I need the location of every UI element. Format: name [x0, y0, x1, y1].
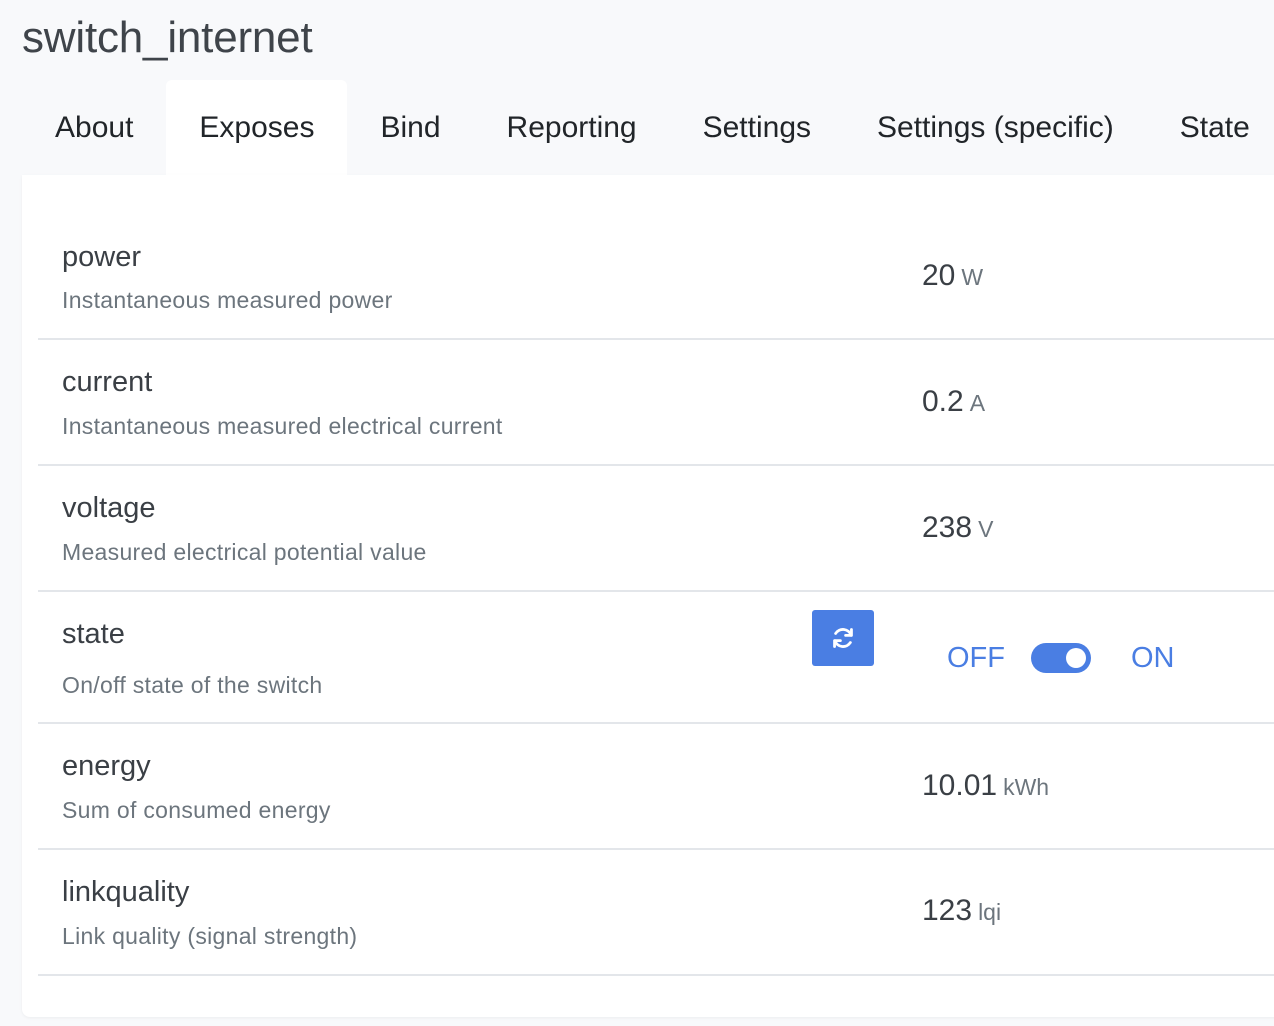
expose-value-unit: lqi: [978, 899, 1002, 925]
expose-name: state: [62, 618, 125, 650]
tab-about[interactable]: About: [22, 80, 166, 175]
expose-name: voltage: [62, 492, 156, 524]
expose-value-number: 20: [922, 259, 956, 292]
tab-reporting[interactable]: Reporting: [474, 80, 670, 175]
expose-value: 0.2 A: [922, 384, 985, 421]
expose-value-unit: kWh: [1003, 774, 1050, 800]
tab-exposes[interactable]: Exposes: [166, 80, 348, 175]
expose-value: 20 W: [922, 258, 983, 295]
tab-settings[interactable]: Settings: [670, 80, 844, 175]
expose-name: current: [62, 366, 153, 398]
expose-value-unit: W: [961, 264, 984, 290]
expose-description: Sum of consumed energy: [62, 797, 331, 823]
state-off-label[interactable]: OFF: [947, 640, 1005, 676]
expose-value-number: 0.2: [922, 385, 964, 418]
state-toggle-switch[interactable]: [1031, 643, 1091, 673]
tab-settings-specific[interactable]: Settings (specific): [844, 80, 1147, 175]
expose-row-linkquality: linkquality Link quality (signal strengt…: [38, 850, 1274, 976]
toggle-knob: [1066, 648, 1086, 668]
expose-value-number: 238: [922, 511, 973, 544]
state-on-label[interactable]: ON: [1131, 640, 1175, 676]
expose-description: Instantaneous measured electrical curren…: [62, 413, 503, 439]
expose-description: Instantaneous measured power: [62, 287, 393, 313]
expose-value-unit: A: [969, 390, 986, 416]
expose-value-number: 10.01: [922, 769, 998, 802]
expose-value: 123 lqi: [922, 893, 1001, 930]
expose-description: On/off state of the switch: [62, 672, 323, 698]
expose-value-number: 123: [922, 894, 973, 927]
page-title: switch_internet: [22, 13, 313, 62]
expose-row-voltage: voltage Measured electrical potential va…: [38, 466, 1274, 592]
expose-name: energy: [62, 750, 151, 782]
expose-description: Measured electrical potential value: [62, 539, 427, 565]
tab-bind[interactable]: Bind: [347, 80, 473, 175]
tab-state[interactable]: State: [1147, 80, 1274, 175]
expose-row-power: power Instantaneous measured power 20 W: [38, 215, 1274, 340]
tab-bar: About Exposes Bind Reporting Settings Se…: [22, 80, 1274, 175]
expose-name: linkquality: [62, 876, 190, 908]
refresh-icon: [833, 628, 853, 648]
expose-row-state: state On/off state of the switch OFF ON: [38, 592, 1274, 724]
expose-value: 238 V: [922, 510, 993, 547]
expose-value-unit: V: [978, 516, 994, 542]
expose-row-energy: energy Sum of consumed energy 10.01 kWh: [38, 724, 1274, 850]
expose-value: 10.01 kWh: [922, 768, 1049, 805]
refresh-state-button[interactable]: [812, 610, 874, 666]
expose-row-current: current Instantaneous measured electrica…: [38, 340, 1274, 466]
state-toggle-group: OFF ON: [947, 636, 1175, 680]
expose-name: power: [62, 241, 141, 273]
expose-description: Link quality (signal strength): [62, 923, 358, 949]
exposes-card: power Instantaneous measured power 20 W c…: [22, 175, 1274, 1017]
